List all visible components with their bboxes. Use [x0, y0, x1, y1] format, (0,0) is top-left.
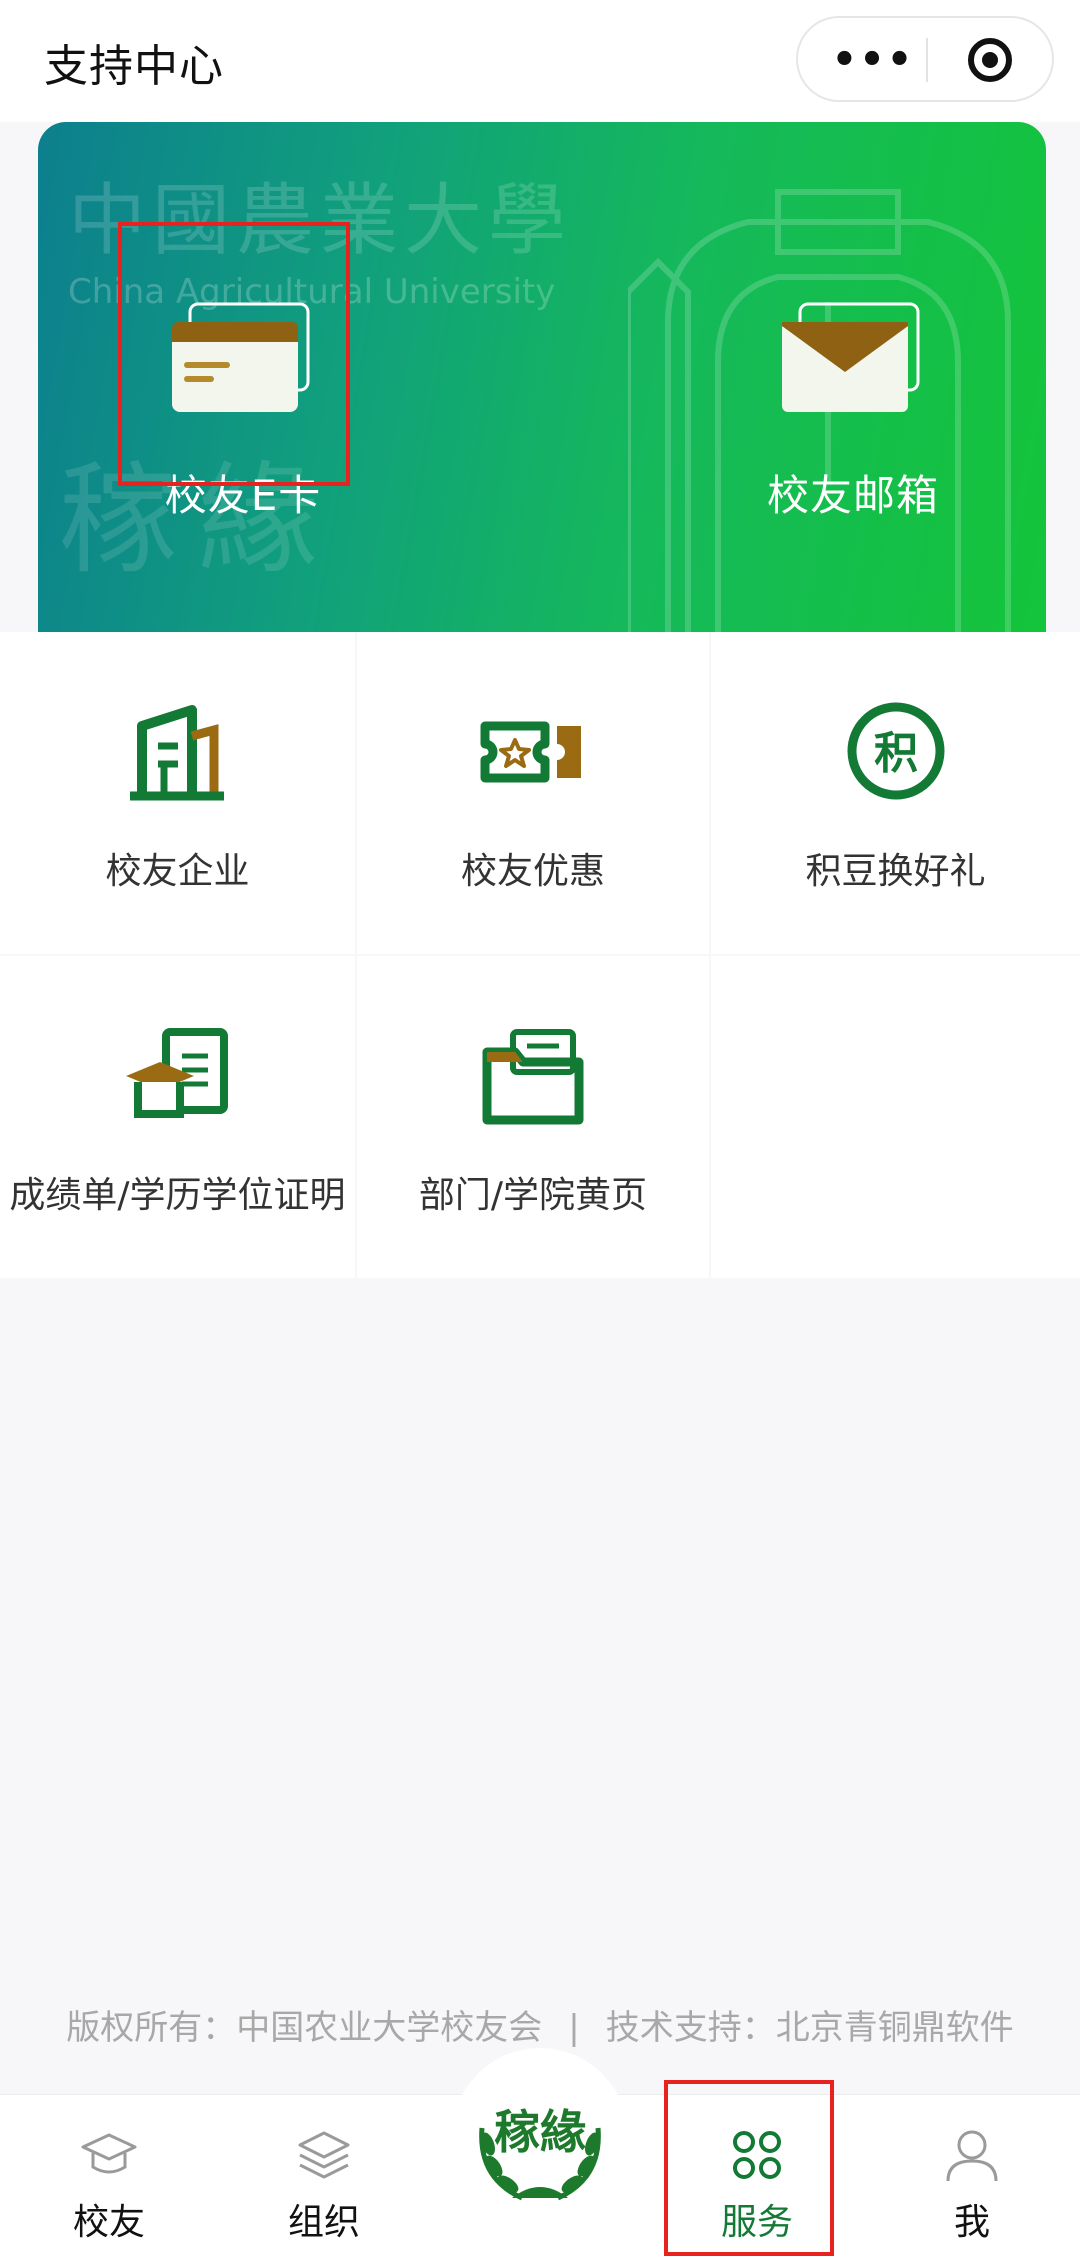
tech-support-text: 技术支持：北京青铜鼎软件	[605, 2008, 1014, 2048]
empty-cell	[711, 956, 1080, 1278]
tab-alumni[interactable]: 校友	[24, 2095, 194, 2260]
tab-label: 我	[953, 2202, 990, 2243]
tab-me[interactable]: 我	[887, 2095, 1057, 2260]
hero-banner: 中國農業大學 China Agricultural University 稼緣 …	[38, 122, 1046, 632]
service-label: 部门/学院黄页	[418, 1175, 648, 1216]
service-alumni-discount[interactable]: 校友优惠	[357, 632, 709, 954]
footer-credits: 版权所有：中国农业大学校友会 | 技术支持：北京青铜鼎软件	[0, 2000, 1080, 2049]
highlight-box-ecard	[118, 222, 350, 486]
service-label: 积豆换好礼	[805, 851, 986, 892]
service-label: 校友优惠	[460, 851, 605, 892]
highlight-box-services-tab	[664, 2080, 834, 2256]
layers-icon	[298, 2131, 350, 2179]
alumni-emblem-icon: 稼緣	[479, 2105, 601, 2201]
ticket-icon	[480, 721, 581, 783]
folder-icon	[482, 1029, 584, 1125]
building-icon	[130, 705, 224, 801]
graduation-certificate-icon	[126, 1028, 228, 1118]
service-transcript-certificate[interactable]: 成绩单/学历学位证明	[0, 956, 355, 1278]
service-alumni-enterprise[interactable]: 校友企业	[0, 632, 355, 954]
more-options-button[interactable]: •••	[828, 40, 918, 80]
alumni-mailbox-label: 校友邮箱	[766, 471, 939, 520]
top-bar: 支持中心 •••	[0, 0, 1080, 122]
page-title: 支持中心	[44, 41, 224, 92]
tab-label: 校友	[72, 2202, 145, 2243]
close-miniprogram-icon[interactable]	[968, 38, 1012, 82]
footer-divider: |	[568, 2008, 580, 2048]
svg-text:积: 积	[874, 728, 918, 779]
points-icon: 积	[847, 702, 945, 800]
tab-organization[interactable]: 组织	[239, 2095, 409, 2260]
copyright-text: 版权所有：中国农业大学校友会	[66, 2008, 543, 2048]
service-label: 校友企业	[105, 851, 250, 892]
envelope-icon	[782, 302, 920, 412]
user-icon	[946, 2130, 998, 2182]
service-department-yellow-pages[interactable]: 部门/学院黄页	[357, 956, 709, 1278]
alumni-mailbox-entry[interactable]: 校友邮箱	[703, 122, 1003, 632]
svg-text:稼緣: 稼緣	[494, 2105, 586, 2159]
capsule-divider	[926, 38, 928, 82]
mini-program-capsule: •••	[796, 16, 1054, 102]
graduation-cap-icon	[81, 2133, 137, 2174]
service-label: 成绩单/学历学位证明	[9, 1175, 346, 1216]
service-points-exchange[interactable]: 积 积豆换好礼	[711, 632, 1080, 954]
center-logo-button[interactable]: 稼緣	[452, 2048, 628, 2224]
tab-label: 组织	[287, 2202, 360, 2243]
